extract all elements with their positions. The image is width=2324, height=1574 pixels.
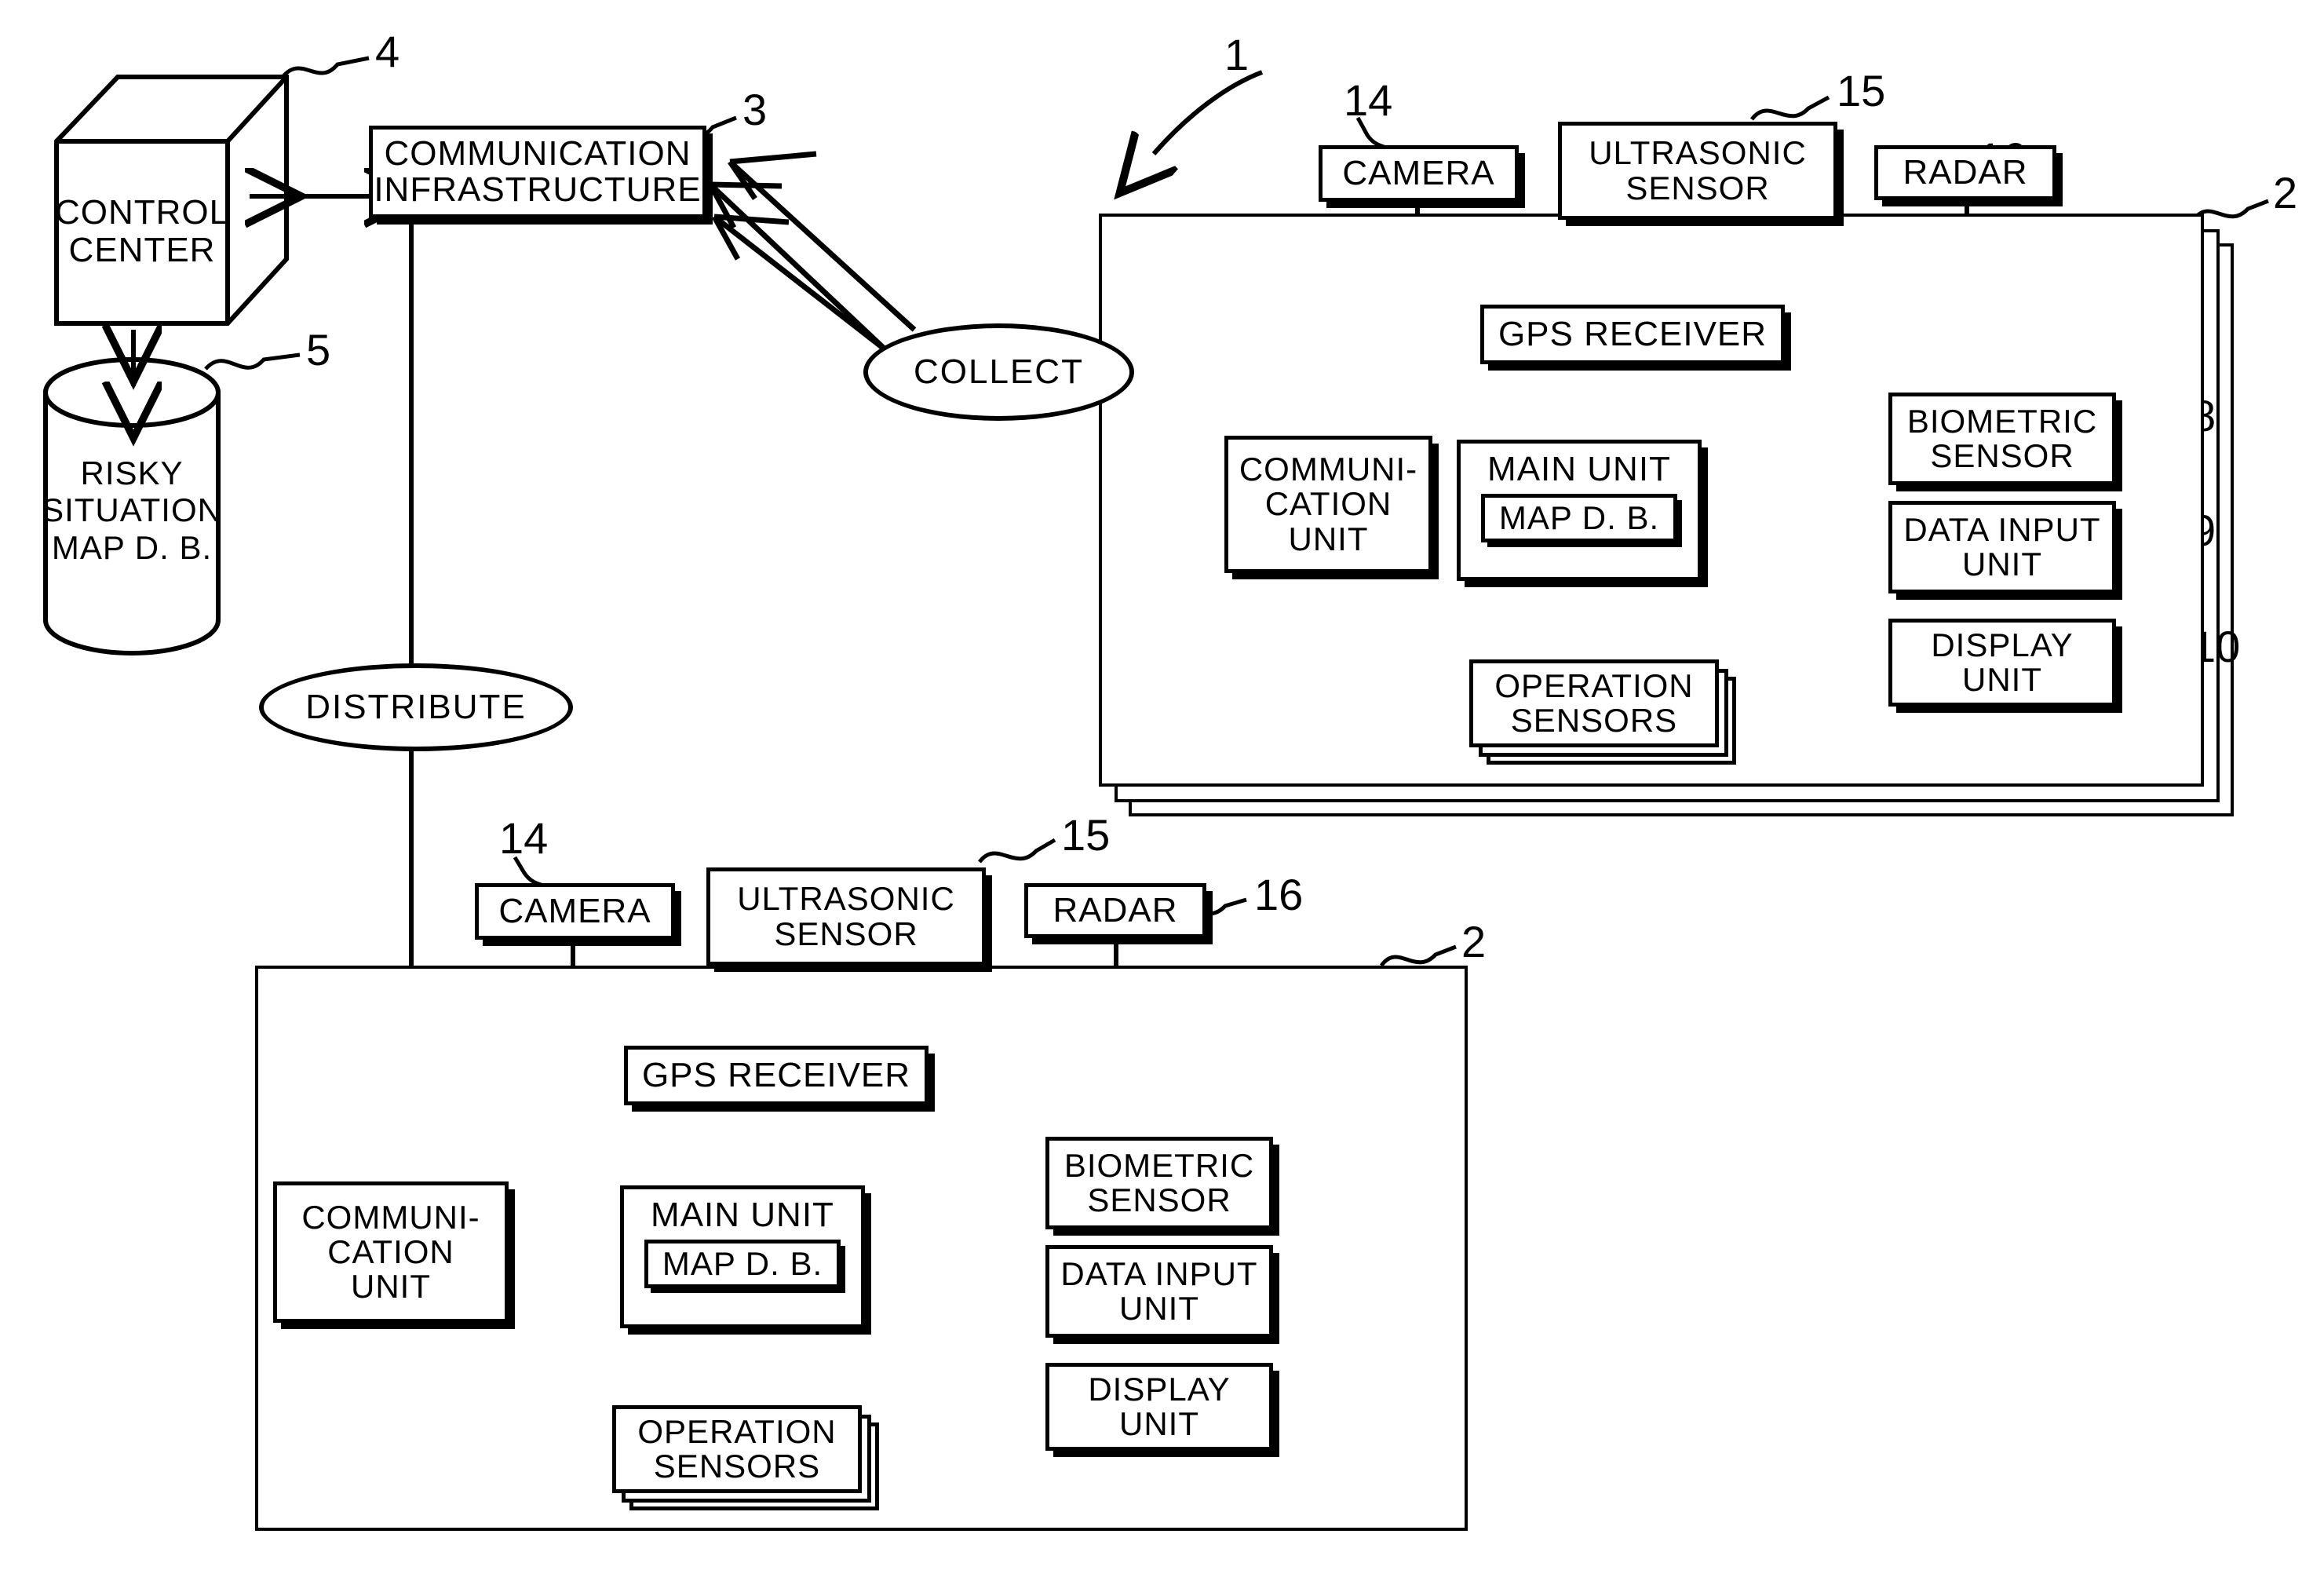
distribute-node[interactable]: DISTRIBUTE bbox=[259, 663, 573, 751]
vehicle-bottom-display-label: DISPLAY UNIT bbox=[1088, 1370, 1231, 1442]
vehicle-top-data-input-label: DATA INPUT UNIT bbox=[1903, 510, 2101, 582]
collect-label: COLLECT bbox=[914, 352, 1084, 391]
vehicle-top-data-input-unit[interactable]: DATA INPUT UNIT bbox=[1888, 501, 2116, 593]
vehicle-bottom-gps-receiver[interactable]: GPS RECEIVER bbox=[624, 1046, 929, 1105]
collect-node[interactable]: COLLECT bbox=[863, 323, 1134, 421]
vehicle-bottom-camera-label: CAMERA bbox=[498, 891, 651, 930]
vehicle-top-ultrasonic-label: ULTRASONIC SENSOR bbox=[1589, 134, 1807, 206]
communication-infrastructure-label: COMMUNICATION INFRASTRUCTURE bbox=[374, 133, 702, 209]
numeral-14-top: 14 bbox=[1344, 75, 1393, 125]
vehicle-bottom-communication-unit[interactable]: COMMUNI- CATION UNIT bbox=[273, 1181, 509, 1323]
communication-infrastructure-box[interactable]: COMMUNICATION INFRASTRUCTURE bbox=[369, 126, 706, 218]
vehicle-bottom-display-unit[interactable]: DISPLAY UNIT bbox=[1045, 1363, 1273, 1451]
vehicle-bottom-operation-sensors[interactable]: OPERATION SENSORS bbox=[612, 1405, 862, 1493]
vehicle-top-display-label: DISPLAY UNIT bbox=[1931, 626, 2074, 698]
vehicle-top-operation-sensors[interactable]: OPERATION SENSORS bbox=[1469, 659, 1719, 747]
numeral-16-bottom: 16 bbox=[1254, 870, 1304, 919]
vehicle-bottom-main-unit[interactable]: MAIN UNIT MAP D. B. bbox=[620, 1185, 865, 1328]
vehicle-bottom-data-input-unit[interactable]: DATA INPUT UNIT bbox=[1045, 1245, 1273, 1338]
vehicle-bottom-main-unit-label: MAIN UNIT bbox=[651, 1196, 834, 1234]
numeral-5: 5 bbox=[306, 325, 331, 374]
vehicle-bottom-biometric-sensor[interactable]: BIOMETRIC SENSOR bbox=[1045, 1137, 1273, 1229]
vehicle-top-biometric-label: BIOMETRIC SENSOR bbox=[1906, 402, 2098, 474]
vehicle-top-map-db[interactable]: MAP D. B. bbox=[1481, 494, 1677, 543]
risky-db-text: RISKY SITUATION MAP D. B. bbox=[42, 455, 222, 566]
numeral-2-top: 2 bbox=[2273, 168, 2298, 217]
vehicle-top-main-unit-label: MAIN UNIT bbox=[1487, 450, 1671, 488]
risky-db-label: RISKY SITUATION MAP D. B. bbox=[42, 424, 221, 597]
collect-open-arrow-upper bbox=[707, 151, 917, 356]
numeral-15-bottom: 15 bbox=[1061, 810, 1111, 860]
vehicle-top-biometric-sensor[interactable]: BIOMETRIC SENSOR bbox=[1888, 393, 2116, 485]
vehicle-bottom-communication-unit-label: COMMUNI- CATION UNIT bbox=[301, 1198, 480, 1306]
vehicle-top-map-db-label: MAP D. B. bbox=[1498, 499, 1660, 537]
vehicle-bottom-map-db[interactable]: MAP D. B. bbox=[644, 1240, 841, 1289]
numeral-15-top: 15 bbox=[1837, 66, 1886, 115]
distribute-label: DISTRIBUTE bbox=[305, 688, 527, 726]
vehicle-top-main-unit[interactable]: MAIN UNIT MAP D. B. bbox=[1457, 440, 1702, 581]
vehicle-bottom-biometric-label: BIOMETRIC SENSOR bbox=[1063, 1146, 1255, 1218]
vehicle-top-camera-label: CAMERA bbox=[1342, 153, 1495, 192]
leader-5 bbox=[204, 352, 301, 371]
vehicle-bottom-ultrasonic-sensor[interactable]: ULTRASONIC SENSOR bbox=[706, 867, 986, 966]
vehicle-bottom-radar-label: RADAR bbox=[1053, 890, 1178, 929]
control-center-label: CONTROL CENTER bbox=[54, 157, 230, 306]
vehicle-bottom-camera[interactable]: CAMERA bbox=[475, 883, 675, 940]
control-center-text: CONTROL CENTER bbox=[54, 193, 230, 269]
numeral-14-bottom: 14 bbox=[499, 813, 549, 863]
vehicle-top-radar[interactable]: RADAR bbox=[1874, 145, 2056, 200]
vehicle-top-communication-unit[interactable]: COMMUNI- CATION UNIT bbox=[1224, 436, 1432, 573]
vehicle-bottom-operation-sensors-label: OPERATION SENSORS bbox=[637, 1412, 837, 1485]
numeral-2-bottom: 2 bbox=[1461, 917, 1487, 966]
vehicle-top-gps-label: GPS RECEIVER bbox=[1498, 314, 1768, 353]
numeral-3: 3 bbox=[742, 85, 768, 134]
vehicle-bottom-radar[interactable]: RADAR bbox=[1024, 883, 1206, 938]
pointer-1 bbox=[1154, 70, 1264, 154]
numeral-1: 1 bbox=[1224, 30, 1250, 79]
vehicle-bottom-map-db-label: MAP D. B. bbox=[662, 1245, 823, 1283]
vehicle-top-camera[interactable]: CAMERA bbox=[1319, 145, 1519, 202]
patent-figure-canvas: CONTROL CENTER RISKY SITUATION MAP D. B.… bbox=[0, 0, 2324, 1574]
vehicle-top-radar-label: RADAR bbox=[1903, 152, 2028, 192]
vehicle-top-gps-receiver[interactable]: GPS RECEIVER bbox=[1480, 305, 1785, 364]
vehicle-top-operation-sensors-label: OPERATION SENSORS bbox=[1494, 666, 1694, 739]
vehicle-top-communication-unit-label: COMMUNI- CATION UNIT bbox=[1239, 451, 1418, 557]
vehicle-top-display-unit[interactable]: DISPLAY UNIT bbox=[1888, 619, 2116, 707]
vehicle-top-ultrasonic-sensor[interactable]: ULTRASONIC SENSOR bbox=[1558, 122, 1837, 220]
vehicle-bottom-ultrasonic-label: ULTRASONIC SENSOR bbox=[737, 880, 955, 952]
leader-4 bbox=[281, 56, 370, 79]
numeral-4: 4 bbox=[375, 27, 400, 76]
vehicle-bottom-gps-label: GPS RECEIVER bbox=[641, 1055, 911, 1094]
vehicle-bottom-data-input-label: DATA INPUT UNIT bbox=[1060, 1254, 1258, 1327]
